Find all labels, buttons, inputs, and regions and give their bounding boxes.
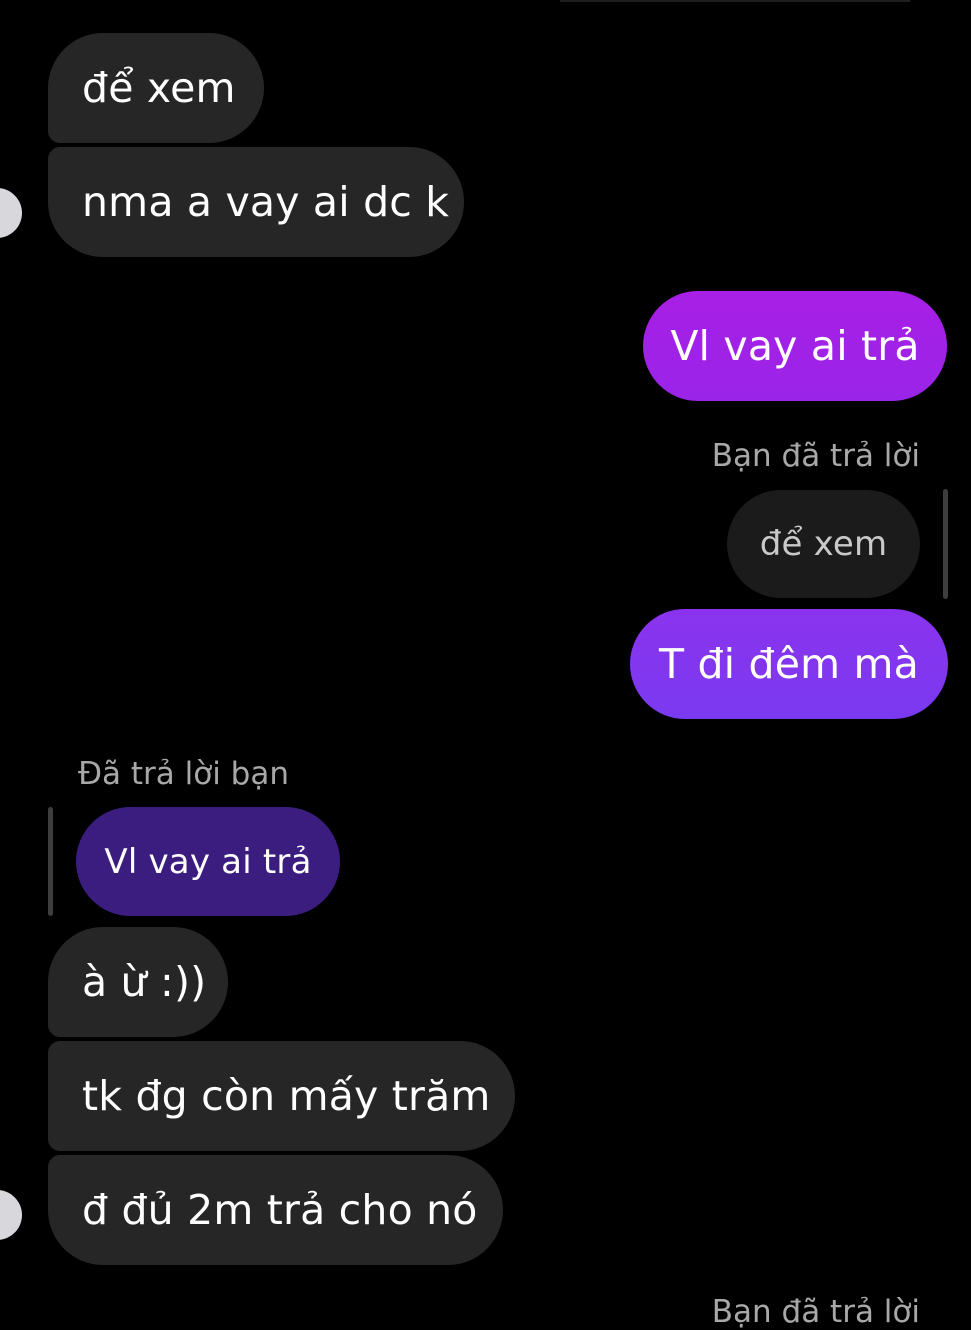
message-text: đ đủ 2m trả cho nó <box>82 1186 478 1234</box>
quote-bar <box>48 807 53 916</box>
incoming-message-bubble[interactable]: tk đg còn mấy trăm <box>48 1041 515 1151</box>
avatar-icon[interactable] <box>0 188 22 238</box>
outgoing-message-bubble[interactable]: T đi đêm mà <box>630 609 948 719</box>
message-text: tk đg còn mấy trăm <box>82 1072 491 1120</box>
incoming-message-bubble[interactable]: đ đủ 2m trả cho nó <box>48 1155 503 1265</box>
message-text: Vl vay ai trả <box>670 322 920 370</box>
quoted-message-bubble[interactable]: Vl vay ai trả <box>76 807 340 916</box>
message-text: à ừ :)) <box>82 958 207 1006</box>
avatar-icon[interactable] <box>0 1190 22 1240</box>
quoted-text: để xem <box>759 524 888 564</box>
reply-label: Bạn đã trả lời <box>711 438 920 474</box>
quote-bar <box>943 489 948 599</box>
message-text: để xem <box>82 64 236 112</box>
quoted-message-bubble[interactable]: để xem <box>727 490 920 598</box>
incoming-message-bubble[interactable]: để xem <box>48 33 264 143</box>
outgoing-message-bubble[interactable]: Vl vay ai trả <box>643 291 947 401</box>
top-divider <box>560 0 910 2</box>
reply-label: Đã trả lời bạn <box>78 756 289 792</box>
incoming-message-bubble[interactable]: à ừ :)) <box>48 927 228 1037</box>
incoming-message-bubble[interactable]: nma a vay ai dc k <box>48 147 464 257</box>
message-text: T đi đêm mà <box>658 640 919 688</box>
reply-label: Bạn đã trả lời <box>711 1294 920 1330</box>
quoted-text: Vl vay ai trả <box>104 841 312 882</box>
message-text: nma a vay ai dc k <box>82 178 450 226</box>
